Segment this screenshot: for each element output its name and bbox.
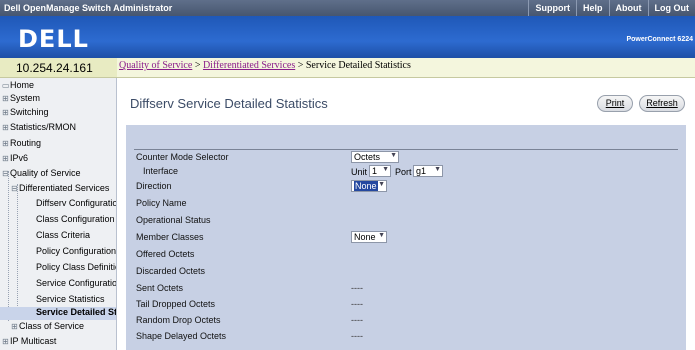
breadcrumb-current: Service Detailed Statistics [305, 60, 411, 71]
device-model: PowerConnect 6224 [626, 36, 693, 43]
operational-status-label: Operational Status [136, 215, 211, 225]
random-drop-label: Random Drop Octets [136, 315, 221, 325]
port-label: Port [395, 167, 412, 177]
unit-label: Unit [351, 167, 368, 177]
breadcrumb: Quality of Service > Differentiated Serv… [117, 58, 695, 78]
logout-link[interactable]: Log Out [647, 0, 695, 16]
expand-icon: ⊞ [2, 108, 9, 117]
sidebar-item-statistics[interactable]: ⊞Statistics/RMON [2, 122, 76, 135]
sidebar-item-service-stats[interactable]: Service Statistics [36, 294, 105, 307]
expand-icon: ⊞ [2, 154, 9, 163]
expand-icon: ⊞ [2, 123, 9, 132]
unit-select[interactable]: 1 ▼ [369, 165, 391, 177]
sidebar-item-diffserv[interactable]: ⊟Differentiated Services [11, 183, 109, 196]
breadcrumb-qos-link[interactable]: Quality of Service [119, 60, 192, 71]
random-drop-value: ---- [351, 315, 363, 325]
expand-icon: ⊞ [2, 139, 9, 148]
sidebar-item-ipv6[interactable]: ⊞IPv6 [2, 153, 28, 166]
sidebar-item-ip-multicast[interactable]: ⊞IP Multicast [2, 336, 56, 349]
counter-mode-select[interactable]: Octets ▼ [351, 151, 399, 163]
sidebar-item-policy-config[interactable]: Policy Configuration [36, 246, 116, 259]
expand-icon: ⊞ [2, 337, 9, 346]
port-select[interactable]: g1 ▼ [413, 165, 443, 177]
breadcrumb-separator: > [297, 60, 304, 71]
sent-octets-value: ---- [351, 283, 363, 293]
interface-label: Interface [143, 166, 179, 176]
refresh-button[interactable]: Refresh [639, 95, 685, 112]
chevron-down-icon: ▼ [378, 181, 385, 188]
shape-delayed-label: Shape Delayed Octets [136, 331, 227, 341]
sidebar-item-policy-class[interactable]: Policy Class Definition [36, 262, 116, 275]
app-title: Dell OpenManage Switch Administrator [4, 3, 173, 13]
ip-address: 10.254.24.161 [0, 58, 117, 78]
collapse-icon: ⊟ [2, 169, 9, 178]
sidebar-item-switching[interactable]: ⊞Switching [2, 107, 49, 120]
about-link[interactable]: About [608, 0, 648, 16]
help-link[interactable]: Help [575, 0, 609, 16]
dell-logo: DELL [18, 25, 89, 53]
page-title: Diffserv Service Detailed Statistics [130, 96, 328, 111]
sidebar-item-class-config[interactable]: Class Configuration [36, 214, 115, 227]
tail-dropped-value: ---- [351, 299, 363, 309]
collapse-icon: ⊟ [11, 184, 18, 193]
sidebar-item-diffserv-config[interactable]: Diffserv Configuration [36, 198, 116, 211]
sidebar-item-home[interactable]: ▭Home [2, 80, 34, 93]
chevron-down-icon: ▼ [382, 166, 389, 173]
sidebar-item-routing[interactable]: ⊞Routing [2, 138, 41, 151]
discarded-octets-label: Discarded Octets [136, 266, 206, 276]
breadcrumb-separator: > [194, 60, 201, 71]
direction-select[interactable]: None ▼ [351, 180, 387, 192]
member-classes-select[interactable]: None ▼ [351, 231, 387, 243]
counter-mode-label: Counter Mode Selector [136, 152, 229, 162]
sidebar-item-system[interactable]: ⊞System [2, 93, 40, 106]
top-bar: Dell OpenManage Switch Administrator Sup… [0, 0, 695, 16]
main-content: Diffserv Service Detailed Statistics Pri… [118, 78, 695, 350]
sidebar-item-class-of-service[interactable]: ⊞Class of Service [11, 321, 84, 334]
expand-icon: ⊞ [2, 94, 9, 103]
chevron-down-icon: ▼ [434, 166, 441, 173]
expand-icon: ⊞ [11, 322, 18, 331]
chevron-down-icon: ▼ [390, 152, 397, 159]
home-icon: ▭ [2, 81, 10, 90]
statistics-panel: Counter Mode Selector Octets ▼ Interface… [126, 125, 686, 350]
policy-name-label: Policy Name [136, 198, 187, 208]
print-button[interactable]: Print [597, 95, 633, 112]
sidebar-item-qos[interactable]: ⊟Quality of Service [2, 168, 81, 181]
breadcrumb-diffserv-link[interactable]: Differentiated Services [203, 60, 295, 71]
shape-delayed-value: ---- [351, 331, 363, 341]
chevron-down-icon: ▼ [378, 232, 385, 239]
sidebar-item-class-criteria[interactable]: Class Criteria [36, 230, 90, 243]
member-classes-label: Member Classes [136, 232, 204, 242]
panel-divider [134, 149, 678, 150]
tree-line [8, 171, 9, 321]
support-link[interactable]: Support [528, 0, 576, 16]
top-menu: Support Help About Log Out [528, 0, 695, 16]
brand-bar: DELL PowerConnect 6224 [0, 16, 695, 58]
tree-line [17, 184, 18, 314]
sidebar-nav: ▭Home ⊞System ⊞Switching ⊞Statistics/RMO… [0, 78, 117, 350]
offered-octets-label: Offered Octets [136, 249, 195, 259]
direction-label: Direction [136, 181, 172, 191]
tail-dropped-label: Tail Dropped Octets [136, 299, 216, 309]
sidebar-item-service-config[interactable]: Service Configuration [36, 278, 116, 291]
sent-octets-label: Sent Octets [136, 283, 184, 293]
sidebar-item-service-detailed-stats[interactable]: Service Detailed Statistics [0, 307, 116, 320]
